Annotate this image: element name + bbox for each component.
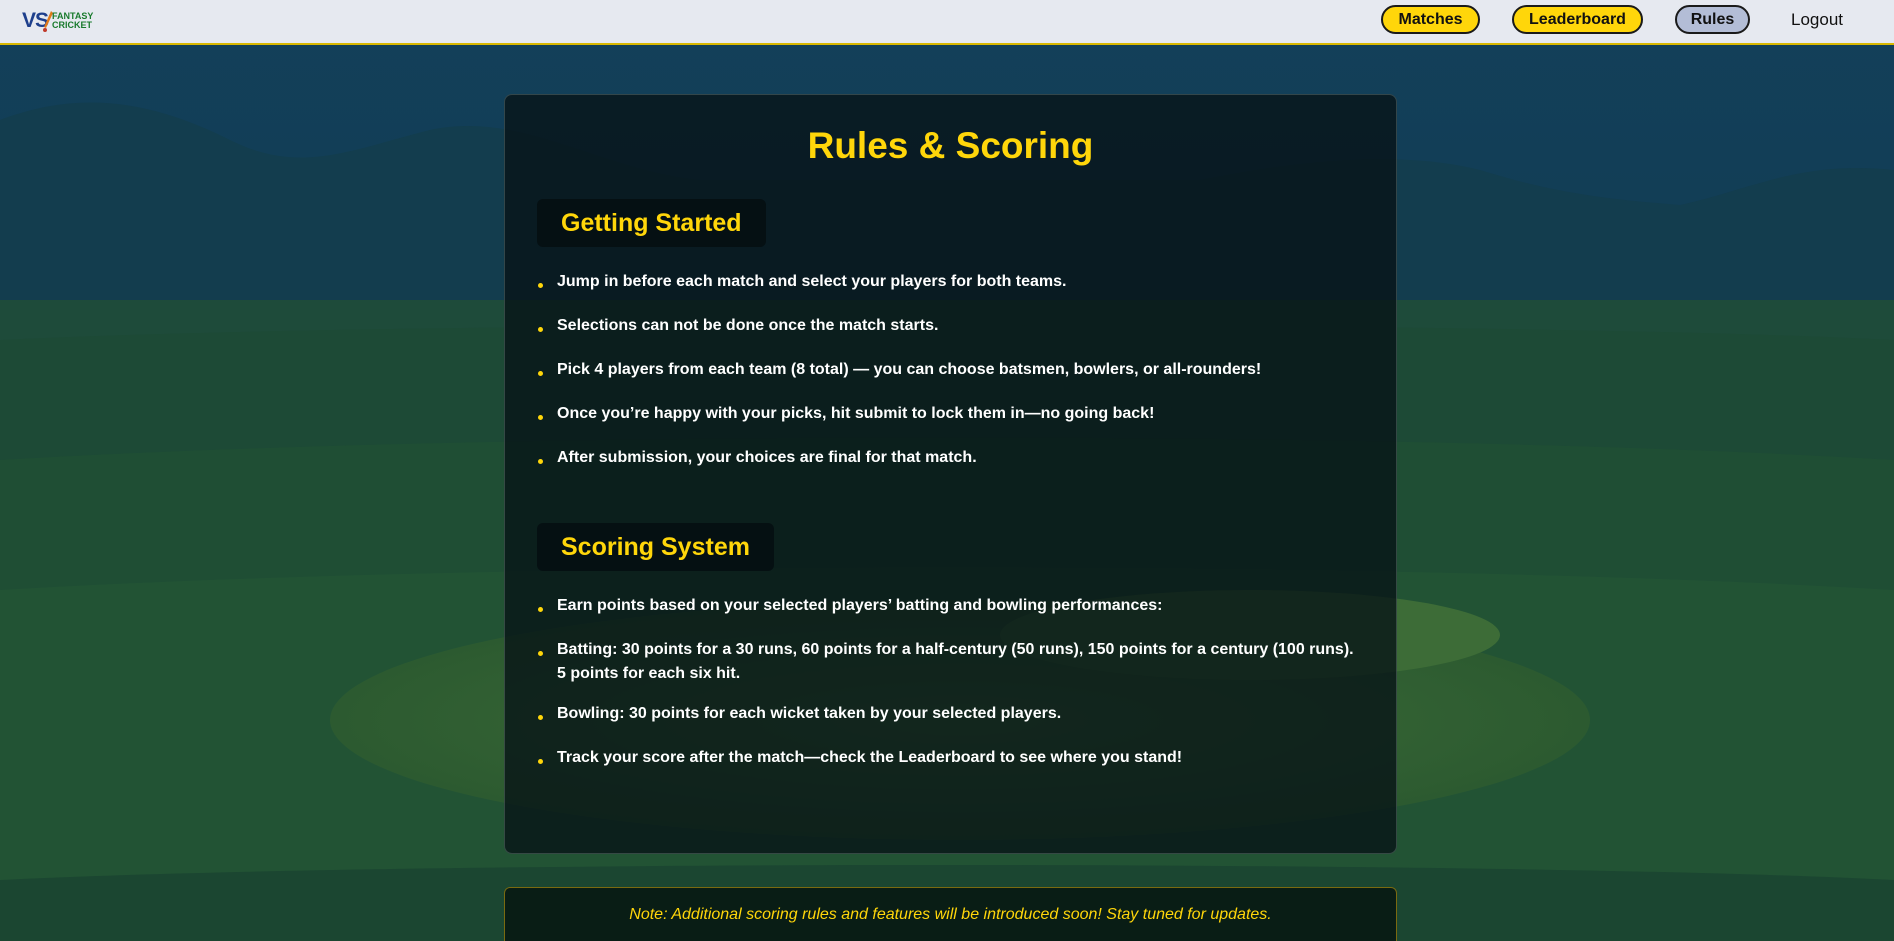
app-logo[interactable]: VS FANTASY CRICKET [22, 9, 93, 33]
page-title: Rules & Scoring [807, 125, 1094, 166]
list-item: Batting: 30 points for a 30 runs, 60 poi… [537, 638, 1357, 686]
rules-card: Rules & Scoring Getting Started Jump in … [504, 94, 1397, 854]
list-item: Selections can not be done once the matc… [537, 314, 1357, 338]
list-item: Pick 4 players from each team (8 total) … [537, 358, 1357, 382]
logo-wordmark: FANTASY CRICKET [52, 12, 93, 30]
leaderboard-button[interactable]: Leaderboard [1512, 5, 1643, 34]
rules-button[interactable]: Rules [1675, 5, 1750, 34]
scoring-system-heading: Scoring System [537, 523, 774, 571]
scoring-system-list: Earn points based on your selected playe… [537, 594, 1357, 770]
note-text: Note: Additional scoring rules and featu… [629, 906, 1272, 923]
logo-line-cricket: CRICKET [52, 20, 93, 30]
list-item: Once you’re happy with your picks, hit s… [537, 402, 1357, 426]
top-navbar: VS FANTASY CRICKET Matches Leaderboard R… [0, 0, 1894, 45]
list-item: After submission, your choices are final… [537, 446, 1357, 470]
list-item: Bowling: 30 points for each wicket taken… [537, 702, 1357, 726]
getting-started-list: Jump in before each match and select you… [537, 270, 1357, 470]
logout-link[interactable]: Logout [1791, 10, 1843, 30]
list-item: Earn points based on your selected playe… [537, 594, 1357, 618]
getting-started-heading: Getting Started [537, 199, 766, 247]
list-item: Track your score after the match—check t… [537, 746, 1357, 770]
note-box: Note: Additional scoring rules and featu… [504, 887, 1397, 941]
list-item: Jump in before each match and select you… [537, 270, 1357, 294]
matches-button[interactable]: Matches [1381, 5, 1480, 34]
